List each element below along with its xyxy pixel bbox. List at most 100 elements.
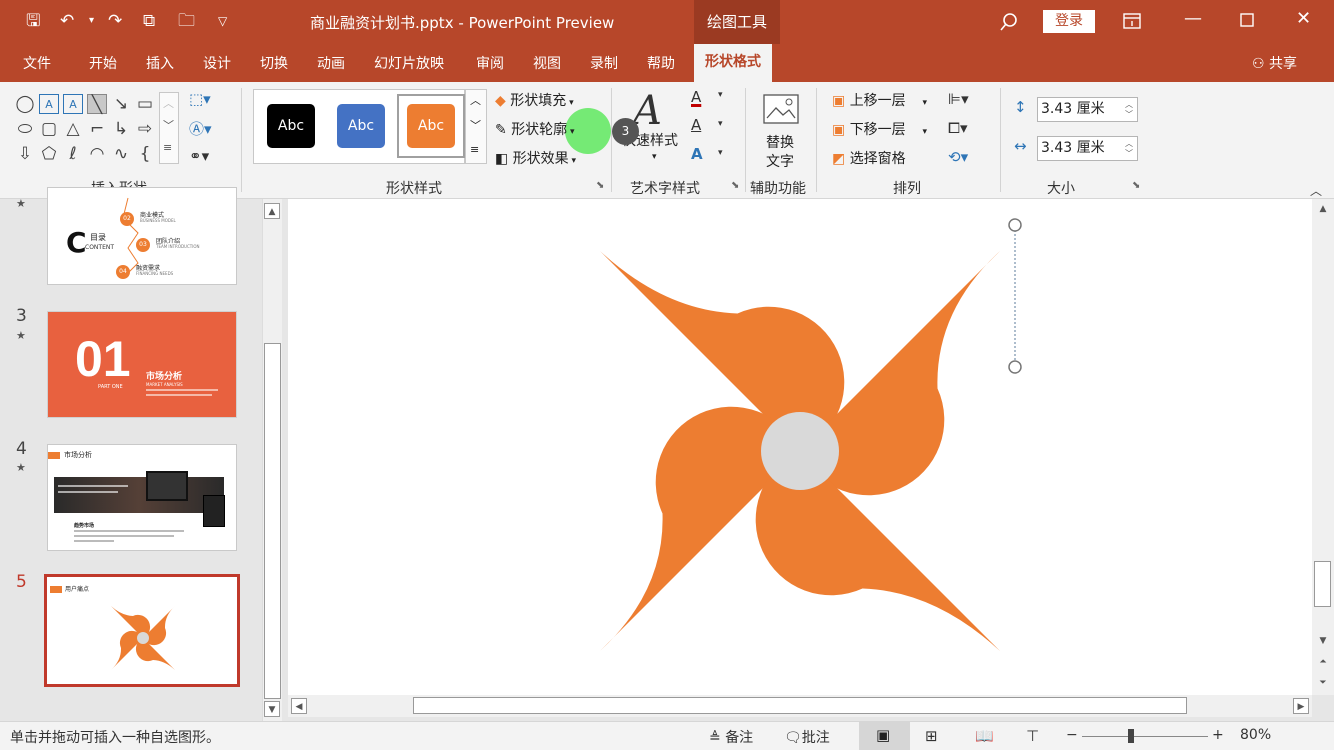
tab-record[interactable]: 录制 [590,53,618,73]
selection-pane-button[interactable]: ◩ 选择窗格 [832,148,906,168]
merge-shapes-icon[interactable]: ⚭▾ [189,147,209,165]
text-outline-icon[interactable]: A [691,116,701,134]
down-arrow-icon[interactable]: ⇩ [15,144,35,164]
slide-thumbnail-2[interactable]: C 目录 CONTENT 02 商业模式 BUSINESS MODEL 03 团… [47,187,237,285]
zoom-level[interactable]: 80% [1240,727,1271,743]
styles-gallery-scroll[interactable]: ︿ ﹀ ≡ [465,89,487,164]
rectangle-icon[interactable]: ▭ [135,94,155,114]
shape-height-input[interactable]: 3.43 厘米 ︿ ﹀ [1037,97,1138,122]
edit-shape-icon[interactable]: ⬚▾ [189,90,211,108]
dialog-launcher-icon[interactable]: ⬊ [596,180,604,191]
reading-view-icon[interactable]: 📖 [975,727,994,745]
slide-sorter-icon[interactable]: ⊞ [925,727,938,745]
slide-thumbnail-5[interactable]: 用户痛点 [44,574,240,687]
scroll-up-icon[interactable]: ▲ [1315,201,1331,217]
close-button[interactable]: ✕ [1296,8,1311,29]
canvas-vertical-scrollbar[interactable]: ▲ ▼ ⏶ ⏷ [1312,199,1334,695]
style-preset-black[interactable]: Abc [267,104,315,148]
curve-icon[interactable]: ∿ [111,144,131,164]
scroll-down-icon[interactable]: ﹀ [163,117,174,133]
spin-up-icon[interactable]: ︿ [1125,100,1133,110]
zoom-slider-thumb[interactable] [1128,729,1134,743]
elbow-arrow-icon[interactable]: ↳ [111,119,131,139]
style-preset-blue[interactable]: Abc [337,104,385,148]
scroll-down-icon[interactable]: ﹀ [470,117,481,133]
undo-icon[interactable]: ↶ [60,9,74,33]
style-preset-orange[interactable]: Abc [407,104,455,148]
undo-dropdown-icon[interactable]: ▾ [89,9,94,33]
normal-view-button[interactable]: ▣ [859,722,910,750]
scroll-right-icon[interactable]: ▶ [1293,698,1309,714]
tab-review[interactable]: 审阅 [476,53,504,73]
text-fill-icon[interactable]: A [691,88,701,106]
scroll-thumb[interactable] [264,343,281,699]
brace-icon[interactable]: { [135,144,155,164]
arrow-line-icon[interactable]: ↘ [111,94,131,114]
thumbnails-scrollbar[interactable]: ▲ ▼ [262,199,282,721]
scroll-thumb[interactable] [413,697,1187,714]
shape-width-input[interactable]: 3.43 厘米 ︿ ﹀ [1037,136,1138,161]
comments-button[interactable]: 🗨批注 [784,727,830,747]
text-outline-dropdown-icon[interactable]: ▾ [718,119,723,129]
tab-file[interactable]: 文件 [23,53,51,73]
present-icon[interactable]: ⧉ [143,9,155,33]
search-icon[interactable] [999,12,1019,32]
selection-handle[interactable] [1008,360,1022,374]
oval-icon[interactable]: ⬭ [15,119,35,139]
open-folder-icon[interactable]: 🗀 [178,9,195,33]
bring-forward-button[interactable]: ▣ 上移一层 ▾ [832,90,927,110]
text-effects-dropdown-icon[interactable]: ▾ [718,148,723,158]
scroll-up-icon[interactable]: ︿ [163,95,174,111]
tab-transitions[interactable]: 切换 [260,53,288,73]
rotate-icon[interactable]: ⟲▾ [948,148,968,166]
customize-qat-icon[interactable]: ▽ [218,9,227,33]
tab-design[interactable]: 设计 [203,53,231,73]
group-objects-icon[interactable]: ⧠▾ [948,119,968,137]
login-button[interactable]: 登录 [1043,10,1095,33]
text-fill-dropdown-icon[interactable]: ▾ [718,90,723,100]
shape-fill-button[interactable]: ◆ 形状填充 ▾ [495,90,574,110]
previous-slide-icon[interactable]: ⏶ [1315,654,1331,670]
center-circle[interactable] [761,412,839,490]
slideshow-icon[interactable]: ⊤ [1026,727,1039,745]
tab-help[interactable]: 帮助 [647,53,675,73]
collapse-ribbon-icon[interactable]: ︿ [1310,182,1322,199]
minimize-button[interactable]: — [1184,8,1202,29]
freeform-icon[interactable]: ◯ [15,94,35,114]
shapes-gallery-scroll[interactable]: ︿ ﹀ ≡ [159,92,179,164]
elbow-connector-icon[interactable]: ⌐ [87,119,107,139]
scroll-down-icon[interactable]: ▼ [1315,633,1331,649]
zoom-slider-track[interactable] [1082,736,1208,737]
maximize-button[interactable] [1240,13,1254,27]
notes-button[interactable]: ≜ 备注 [709,727,753,747]
dialog-launcher-icon[interactable]: ⬊ [731,180,739,191]
zoom-out-button[interactable]: − [1066,727,1078,743]
save-icon[interactable]: 🖫 [26,9,40,33]
scroll-left-icon[interactable]: ◀ [291,698,307,714]
slide-canvas[interactable] [288,199,1312,695]
pentagon-icon[interactable]: ⬠ [39,144,59,164]
scroll-thumb[interactable] [1314,561,1331,607]
text-effects-icon[interactable]: A [691,145,703,163]
tab-shape-format[interactable]: 形状格式 [694,44,772,82]
shape-outline-button[interactable]: ✎ 形状轮廓 ▾ [495,119,575,139]
share-button[interactable]: ⚇ 共享 [1252,53,1297,73]
zoom-in-button[interactable]: + [1212,727,1224,743]
tab-slideshow[interactable]: 幻灯片放映 [374,53,444,73]
send-backward-button[interactable]: ▣ 下移一层 ▾ [832,119,927,139]
draw-textbox-icon[interactable]: Ⓐ▾ [189,118,212,139]
scroll-down-icon[interactable]: ▼ [264,701,280,717]
textbox-icon[interactable]: A [39,94,59,114]
redo-icon[interactable]: ↷ [108,9,122,33]
gallery-more-icon[interactable]: ≡ [470,143,479,156]
flower-shape[interactable] [600,251,1000,651]
triangle-icon[interactable]: △ [63,119,83,139]
scroll-up-icon[interactable]: ︿ [470,92,481,108]
slide-thumbnail-4[interactable]: 市场分析 趋势市场 [47,444,237,551]
selection-handle[interactable] [1008,218,1022,232]
spin-up-icon[interactable]: ︿ [1125,139,1133,149]
ribbon-display-options-icon[interactable] [1123,13,1141,29]
slide-thumbnail-3[interactable]: 01 PART ONE 市场分析 MARKET ANALYSIS [47,311,237,418]
shape-effects-button[interactable]: ◧ 形状效果 ▾ [495,148,576,168]
tab-home[interactable]: 开始 [89,53,117,73]
